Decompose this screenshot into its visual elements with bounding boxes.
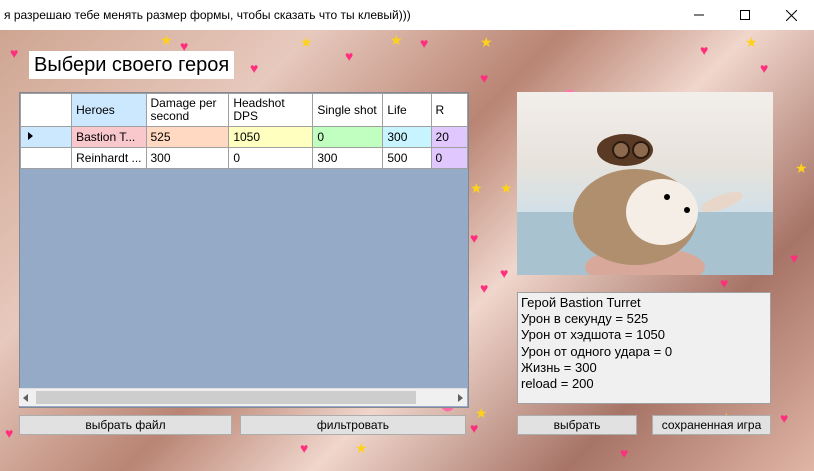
column-header-dps[interactable]: Damage per second (145, 93, 230, 127)
column-header-reload[interactable]: R (430, 93, 468, 127)
table-row[interactable]: Reinhardt ... 300 0 300 500 0 (20, 147, 468, 169)
table-cell[interactable]: Bastion T... (71, 126, 147, 148)
corner-header-cell[interactable] (20, 93, 73, 127)
minimize-icon (694, 14, 704, 16)
info-line: Урон в секунду = 525 (521, 311, 649, 327)
window-title: я разрешаю тебе менять размер формы, что… (4, 8, 411, 22)
info-line: Жизнь = 300 (521, 359, 597, 375)
table-cell[interactable]: 300 (312, 147, 384, 169)
table-cell[interactable]: 20 (430, 126, 468, 148)
maximize-icon (740, 10, 750, 20)
table-cell[interactable]: 0 (430, 147, 468, 169)
table-cell[interactable]: 500 (382, 147, 432, 169)
choose-file-button[interactable]: выбрать файл (19, 415, 232, 435)
filter-button[interactable]: фильтровать (240, 415, 466, 435)
row-header-cell[interactable] (20, 147, 73, 169)
table-cell[interactable]: 1050 (228, 126, 314, 148)
saved-game-button[interactable]: сохраненная игра (652, 415, 771, 435)
scroll-right-icon[interactable] (455, 393, 465, 403)
table-cell[interactable]: 0 (228, 147, 314, 169)
info-line: Урон от хэдшота = 1050 (521, 327, 666, 343)
hero-image (517, 92, 773, 275)
grid-header-row: Heroes Damage per second Headshot DPS Si… (20, 93, 468, 127)
table-row[interactable]: Bastion T... 525 1050 0 300 20 (20, 126, 468, 148)
column-header-life[interactable]: Life (382, 93, 432, 127)
minimize-button[interactable] (676, 0, 722, 30)
hedgehog-picture (517, 134, 773, 275)
column-header-heroes[interactable]: Heroes (71, 93, 147, 127)
column-header-single-shot[interactable]: Single shot (312, 93, 384, 127)
row-pointer-icon (28, 132, 33, 140)
title-bar: я разрешаю тебе менять размер формы, что… (0, 0, 814, 30)
table-cell[interactable]: 300 (382, 126, 432, 148)
table-cell[interactable]: 0 (312, 126, 384, 148)
form-client-area: ♥♥♥ ♥♥♥ ♥♥♥ ♥♥♥ ♥♥♥ ♥♥♥ ★★★ ★★★ ★★★ ★★ В… (0, 30, 814, 471)
page-title: Выбери своего героя (29, 51, 235, 79)
choose-button[interactable]: выбрать (517, 415, 637, 435)
info-line: Урон от одного удара = 0 (521, 343, 673, 359)
table-cell[interactable]: 525 (145, 126, 230, 148)
row-header-cell[interactable] (20, 126, 73, 148)
scrollbar-thumb[interactable] (36, 391, 416, 404)
scroll-left-icon[interactable] (21, 393, 31, 403)
table-cell[interactable]: 300 (145, 147, 230, 169)
close-icon (785, 9, 797, 21)
horizontal-scrollbar[interactable] (19, 388, 467, 406)
hero-info-panel: Герой Bastion Turret Урон в секунду = 52… (517, 292, 771, 404)
close-button[interactable] (768, 0, 814, 30)
heroes-data-grid[interactable]: Heroes Damage per second Headshot DPS Si… (19, 92, 469, 408)
column-header-headshot[interactable]: Headshot DPS (228, 93, 314, 127)
info-line: reload = 200 (521, 376, 594, 392)
table-cell[interactable]: Reinhardt ... (71, 147, 147, 169)
info-line: Герой Bastion Turret (521, 295, 641, 310)
maximize-button[interactable] (722, 0, 768, 30)
